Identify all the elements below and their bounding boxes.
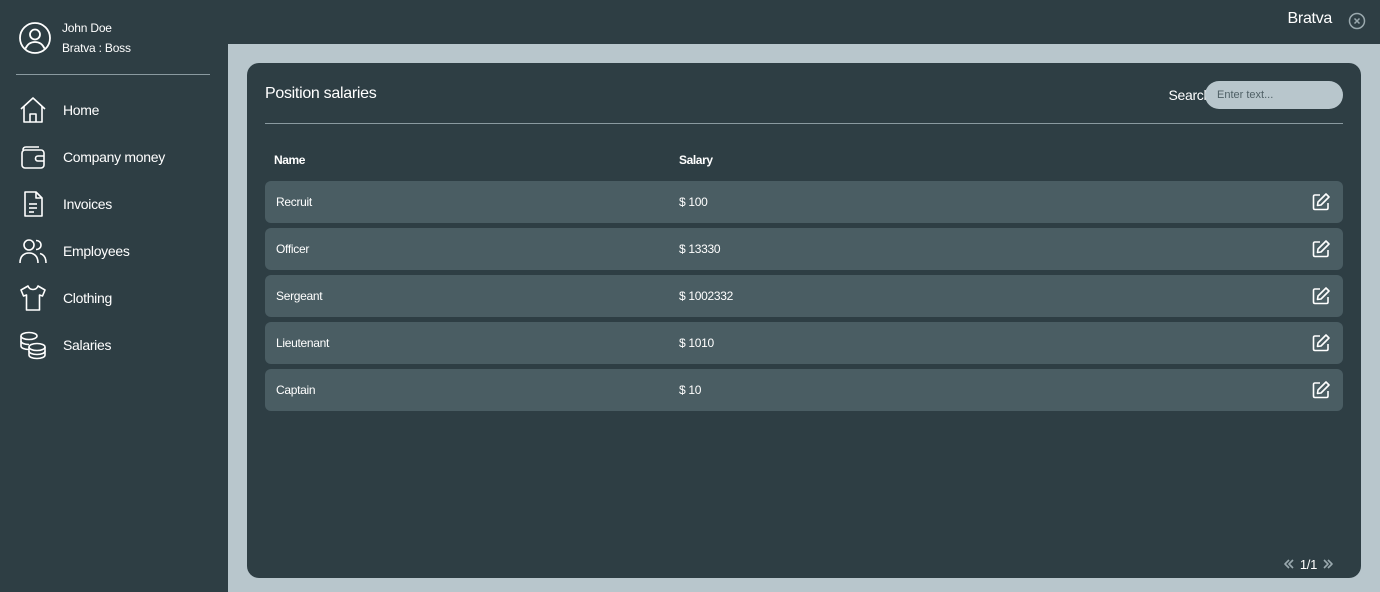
sidebar-item-label: Company money [63,148,165,165]
shirt-icon [20,284,46,311]
row-salary: $ 1002332 [679,289,734,303]
row-name: Lieutenant [276,336,330,350]
org-title: Bratva [1287,10,1333,27]
sidebar-item-label: Invoices [63,195,112,212]
chevrons-left-icon[interactable] [1282,557,1296,571]
edit-icon[interactable] [1311,239,1331,259]
sidebar: John Doe Bratva : Boss Home Company mone… [0,0,228,592]
coins-icon [20,331,46,359]
sidebar-item-label: Salaries [63,336,112,353]
column-header-name: Name [274,153,306,167]
panel-divider [265,123,1343,124]
sidebar-item-employees[interactable]: Employees [0,227,228,274]
sidebar-divider [16,74,210,75]
row-name: Sergeant [276,289,323,303]
edit-icon[interactable] [1311,380,1331,400]
chevrons-right-icon[interactable] [1321,557,1335,571]
table-row: Officer $ 13330 [265,228,1343,270]
edit-icon[interactable] [1311,286,1331,306]
row-name: Officer [276,242,310,256]
page-indicator: 1/1 [1299,556,1317,572]
home-icon [20,96,46,123]
sidebar-item-invoices[interactable]: Invoices [0,180,228,227]
pagination: 1/1 [1282,555,1335,573]
main-area: Position salaries Search Name Salary Rec… [228,44,1380,592]
invoice-icon [24,190,43,217]
wallet-icon [21,145,45,169]
row-salary: $ 1010 [679,336,714,350]
row-salary: $ 100 [679,195,708,209]
sidebar-item-clothing[interactable]: Clothing [0,274,228,321]
close-icon[interactable] [1348,12,1366,30]
sidebar-nav: Home Company money Invoices Employees Cl… [0,86,228,368]
salaries-panel: Position salaries Search Name Salary Rec… [247,63,1361,578]
table-row: Recruit $ 100 [265,181,1343,223]
column-header-salary: Salary [679,153,713,167]
edit-icon[interactable] [1311,192,1331,212]
user-name: John Doe [62,21,112,35]
edit-icon[interactable] [1311,333,1331,353]
row-name: Recruit [276,195,312,209]
table-row: Lieutenant $ 1010 [265,322,1343,364]
user-role: Bratva : Boss [62,41,131,55]
sidebar-item-company-money[interactable]: Company money [0,133,228,180]
table-row: Captain $ 10 [265,369,1343,411]
row-salary: $ 10 [679,383,702,397]
sidebar-item-label: Clothing [63,289,112,306]
user-profile: John Doe Bratva : Boss [18,18,131,58]
sidebar-item-home[interactable]: Home [0,86,228,133]
table-header: Name Salary [265,153,1343,169]
row-salary: $ 13330 [679,242,721,256]
users-icon [19,238,47,263]
salary-table: Recruit $ 100 Officer $ 13330 Sergeant $… [265,181,1343,416]
sidebar-item-label: Home [63,101,100,118]
sidebar-item-salaries[interactable]: Salaries [0,321,228,368]
row-name: Captain [276,383,316,397]
user-avatar-icon [19,22,51,54]
page-title: Position salaries [265,85,377,102]
sidebar-item-label: Employees [63,242,130,259]
search-input[interactable] [1205,81,1343,109]
table-row: Sergeant $ 1002332 [265,275,1343,317]
